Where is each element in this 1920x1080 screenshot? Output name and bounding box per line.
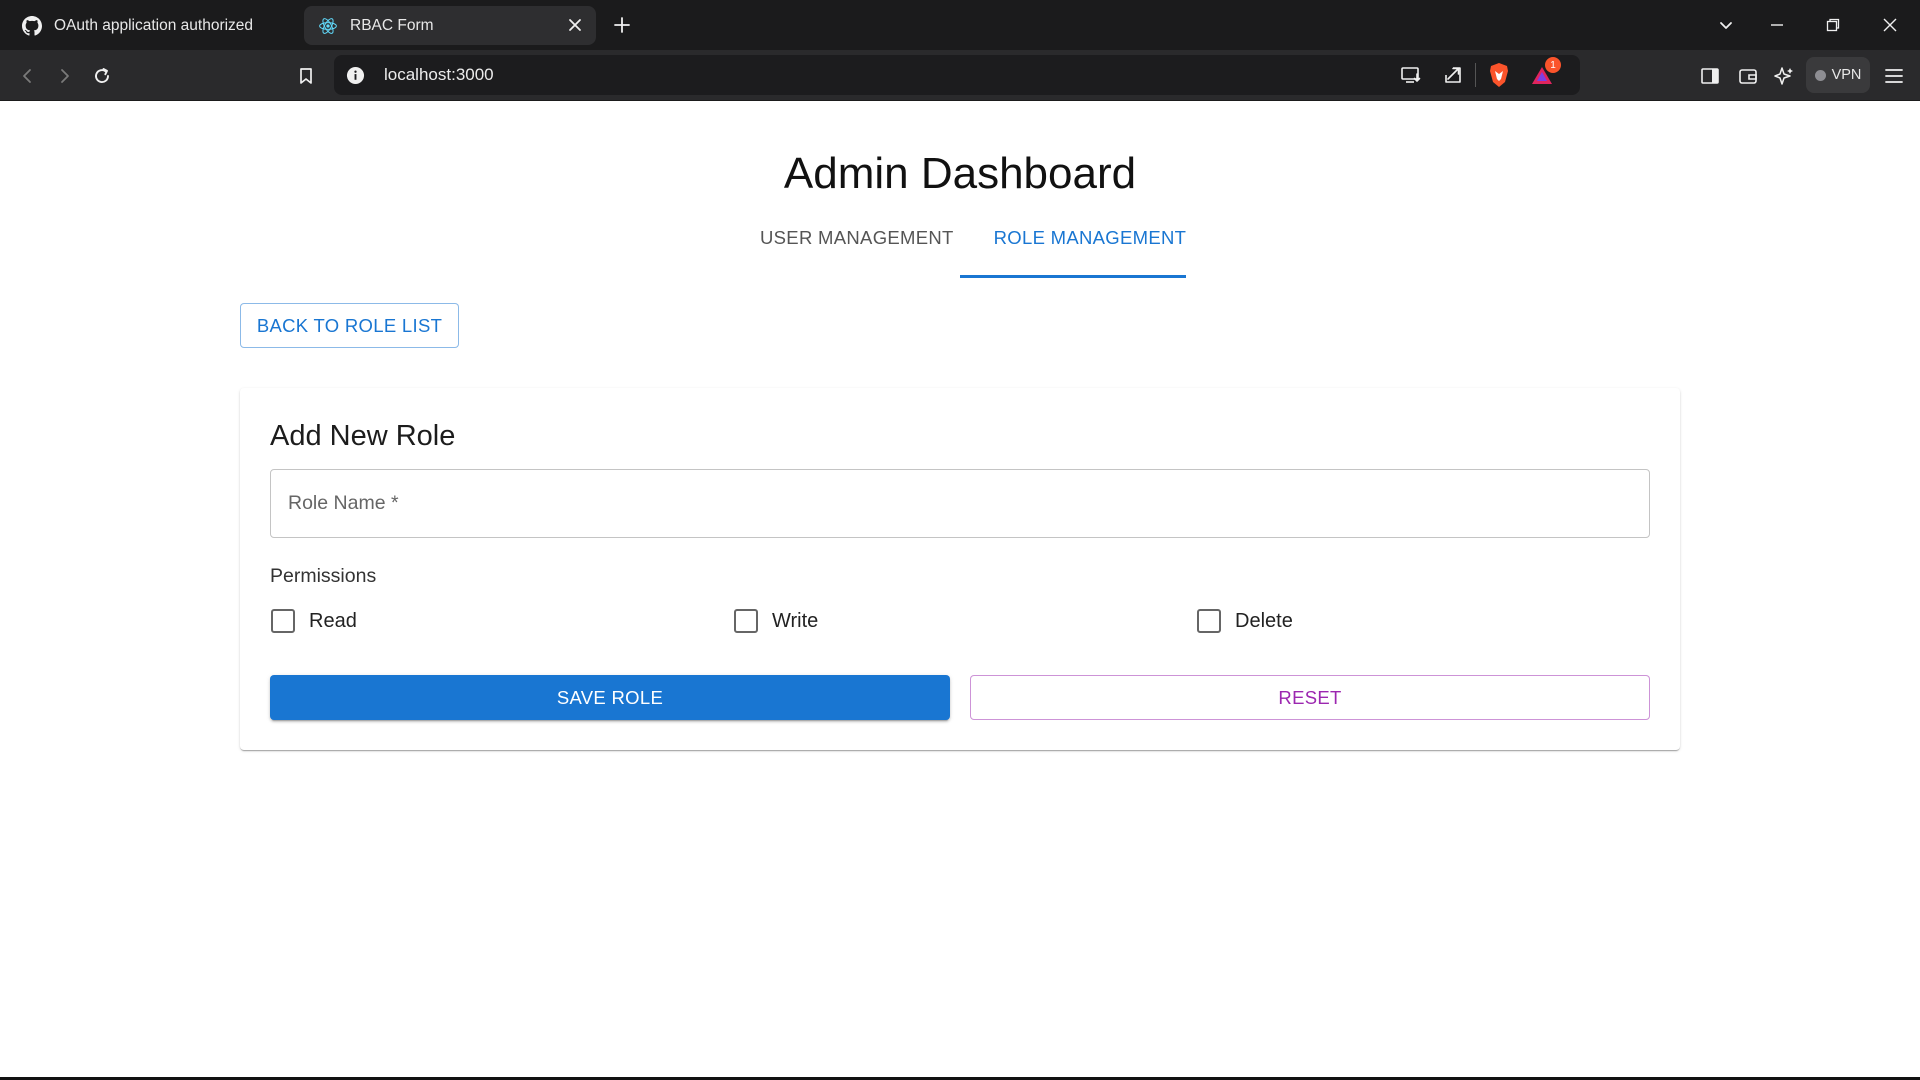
browser-toolbar: localhost:3000 1 VPN: [0, 50, 1920, 101]
close-icon[interactable]: [564, 14, 586, 36]
back-arrow-icon[interactable]: [12, 60, 44, 92]
share-icon[interactable]: [1442, 64, 1464, 91]
install-app-icon[interactable]: [1400, 64, 1422, 91]
notification-badge: 1: [1545, 57, 1561, 73]
page-content: Admin Dashboard USER MANAGEMENT ROLE MAN…: [0, 101, 1920, 1077]
site-info-icon[interactable]: [346, 66, 365, 90]
wallet-icon[interactable]: [1732, 60, 1764, 92]
role-name-input[interactable]: Role Name *: [270, 469, 1650, 538]
permission-label: Read: [309, 609, 357, 632]
forward-arrow-icon[interactable]: [48, 60, 80, 92]
tab-user-management[interactable]: USER MANAGEMENT: [740, 214, 974, 262]
window-close-icon[interactable]: [1874, 9, 1906, 41]
github-icon: [20, 14, 44, 38]
back-to-role-list-button[interactable]: BACK TO ROLE LIST: [240, 303, 459, 348]
minimize-icon[interactable]: [1761, 9, 1793, 41]
browser-tab-oauth[interactable]: OAuth application authorized: [8, 6, 298, 45]
permission-delete-checkbox[interactable]: Delete: [1196, 606, 1293, 636]
permission-label: Delete: [1235, 609, 1293, 632]
form-title: Add New Role: [270, 420, 456, 452]
toolbar-divider: [1475, 63, 1476, 87]
tab-title: RBAC Form: [350, 16, 434, 34]
permission-write-checkbox[interactable]: Write: [733, 606, 818, 636]
vpn-button[interactable]: VPN: [1806, 57, 1870, 93]
restore-icon[interactable]: [1817, 9, 1849, 41]
permissions-label: Permissions: [270, 565, 377, 587]
page-title: Admin Dashboard: [783, 149, 1137, 198]
browser-tab-bar: OAuth application authorized RBAC Form: [0, 0, 1920, 50]
url-text: localhost:3000: [384, 65, 494, 84]
vpn-status-icon: [1814, 69, 1826, 81]
checkbox-unchecked-icon[interactable]: [271, 609, 295, 633]
address-bar[interactable]: localhost:3000 1: [334, 55, 1580, 95]
browser-tab-rbac[interactable]: RBAC Form: [304, 6, 596, 45]
reset-button[interactable]: RESET: [970, 675, 1650, 720]
bookmark-icon[interactable]: [290, 60, 322, 92]
brave-shields-icon[interactable]: [1488, 62, 1510, 93]
save-role-button[interactable]: SAVE ROLE: [270, 675, 950, 720]
checkbox-unchecked-icon[interactable]: [1197, 609, 1221, 633]
react-icon: [316, 14, 340, 38]
active-tab-indicator: [960, 275, 1186, 278]
tab-role-management[interactable]: ROLE MANAGEMENT: [974, 214, 1207, 262]
menu-icon[interactable]: [1878, 60, 1910, 92]
role-name-label: Role Name *: [288, 492, 399, 514]
vpn-label: VPN: [1831, 67, 1862, 83]
reload-icon[interactable]: [86, 60, 118, 92]
tab-title: OAuth application authorized: [54, 16, 254, 34]
permission-read-checkbox[interactable]: Read: [270, 606, 357, 636]
main-tabs: USER MANAGEMENT ROLE MANAGEMENT: [740, 214, 1206, 262]
leo-ai-icon[interactable]: [1768, 60, 1800, 92]
add-role-card: Add New Role Role Name * Permissions Rea…: [240, 388, 1680, 750]
tab-search-chevron-icon[interactable]: [1710, 9, 1742, 41]
sidebar-icon[interactable]: [1694, 60, 1726, 92]
new-tab-plus-icon[interactable]: [608, 11, 636, 39]
permission-label: Write: [772, 609, 819, 632]
checkbox-unchecked-icon[interactable]: [734, 609, 758, 633]
